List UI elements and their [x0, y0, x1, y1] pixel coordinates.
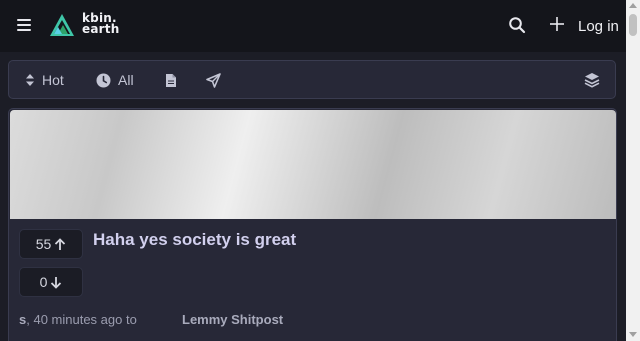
hamburger-icon[interactable]	[17, 19, 31, 31]
view-options-button[interactable]	[584, 71, 600, 89]
scroll-thumb[interactable]	[629, 14, 637, 36]
document-icon	[166, 73, 176, 87]
link-icon	[206, 72, 221, 88]
sort-label: Hot	[42, 72, 64, 88]
filter-options-bar: Hot All	[8, 60, 616, 99]
upvote-count: 55	[35, 236, 52, 252]
plus-icon[interactable]	[549, 15, 565, 33]
login-link[interactable]: Log in	[578, 18, 619, 35]
post-time-text: , 40 minutes ago to	[26, 312, 137, 327]
brand-name[interactable]: kbin. earth	[82, 12, 126, 36]
clock-icon	[96, 73, 111, 87]
scroll-up-arrow-icon[interactable]	[629, 3, 637, 8]
scroll-down-arrow-icon[interactable]	[629, 332, 637, 337]
top-navigation-bar: kbin. earth Log in	[0, 0, 626, 52]
sort-hot-dropdown[interactable]: Hot	[25, 71, 64, 89]
post-thumbnail-image[interactable]	[10, 110, 616, 219]
downvote-count: 0	[39, 274, 48, 290]
arrow-down-icon	[51, 276, 62, 289]
post-meta: s, 40 minutes ago to Lemmy Shitpost	[19, 312, 283, 327]
upvote-button[interactable]: 55	[19, 229, 83, 259]
kbin-logo-icon[interactable]	[49, 13, 75, 37]
downvote-button[interactable]: 0	[19, 267, 83, 297]
sort-icon	[26, 74, 34, 86]
page-scrollbar[interactable]	[626, 0, 640, 341]
brand-line-2: earth	[82, 22, 120, 36]
layers-icon	[584, 73, 600, 88]
post-card: 55 0 Haha yes society is great s, 40 min…	[8, 108, 617, 341]
time-filter-label: All	[118, 72, 134, 88]
post-title[interactable]: Haha yes society is great	[93, 230, 296, 250]
search-icon[interactable]	[508, 16, 526, 34]
magazine-link[interactable]: Lemmy Shitpost	[182, 312, 283, 327]
time-filter-dropdown[interactable]: All	[96, 71, 134, 89]
arrow-up-icon	[55, 237, 66, 250]
type-filter-articles[interactable]	[165, 71, 177, 89]
type-filter-links[interactable]	[206, 71, 221, 89]
